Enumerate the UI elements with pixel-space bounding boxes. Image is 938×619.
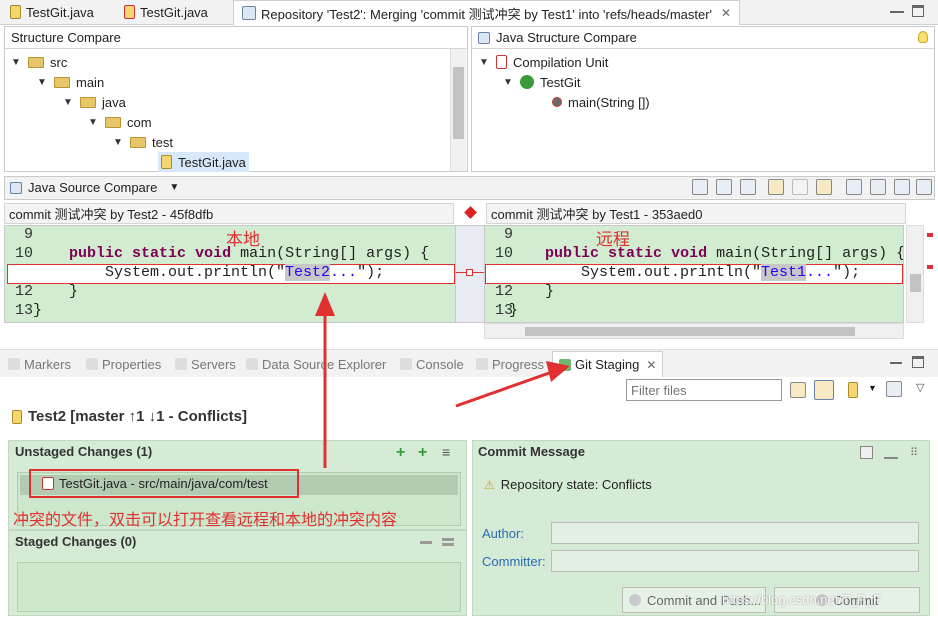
arrow-to-git-staging	[455, 370, 553, 408]
annotation-arrows	[315, 292, 570, 468]
arrow-head-up	[315, 292, 335, 316]
arrow-head-right	[546, 361, 570, 382]
